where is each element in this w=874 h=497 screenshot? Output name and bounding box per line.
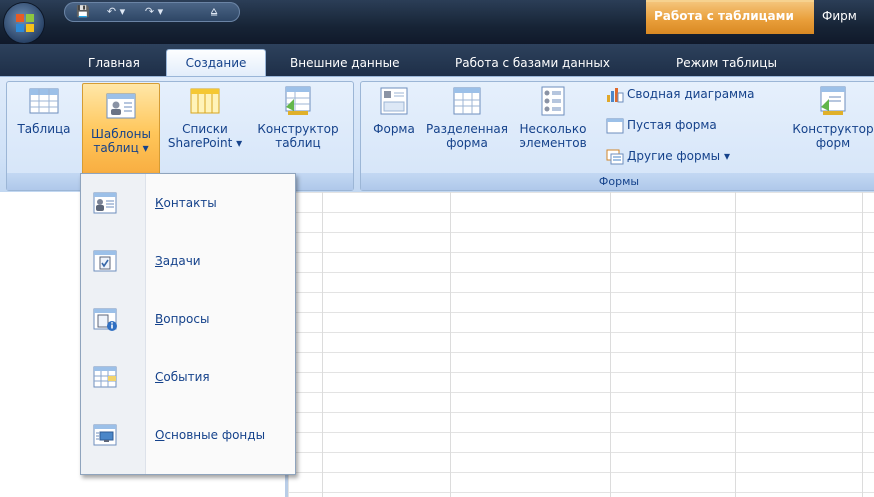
grid-column-divider [322, 192, 323, 497]
table-icon [29, 88, 59, 114]
split-form-label-line1: Разделенная [426, 122, 508, 136]
table-designer-button[interactable]: Конструктор таблиц [250, 85, 346, 179]
more-forms-button[interactable]: Другие формы ▾ [606, 146, 730, 166]
title-bar: 💾 ↶ ▾ ↷ ▾ ⩠ Работа с таблицами Фирм [0, 0, 874, 44]
blank-form-button[interactable]: Пустая форма [606, 115, 717, 135]
blank-form-icon [606, 118, 624, 133]
multiple-items-icon [541, 86, 565, 116]
form-designer-label-line2: форм [815, 136, 851, 150]
split-form-icon [453, 87, 481, 115]
save-icon[interactable]: 💾 [72, 4, 94, 20]
tab-external-data[interactable]: Внешние данные [290, 50, 399, 76]
menu-item-tasks-label: Задачи [155, 254, 201, 268]
redo-button[interactable]: ↷ ▾ [138, 4, 170, 20]
table-design-icon [285, 86, 311, 115]
grid-column-divider [610, 192, 611, 497]
more-forms-icon [606, 149, 624, 164]
menu-item-contacts[interactable]: Контакты [81, 176, 295, 234]
menu-item-issues-label: Вопросы [155, 312, 210, 326]
contacts-icon [93, 192, 117, 214]
window-title: Фирм [822, 9, 857, 23]
form-designer-button[interactable]: Конструктор форм [786, 85, 874, 179]
menu-item-tasks[interactable]: Задачи [81, 234, 295, 292]
sharepoint-lists-label-line2: SharePoint ▾ [167, 136, 243, 150]
form-icon [380, 87, 408, 115]
undo-button[interactable]: ↶ ▾ [100, 4, 132, 20]
pivot-chart-icon [607, 87, 624, 102]
form-designer-label-line1: Конструктор [792, 122, 874, 136]
multiple-items-button[interactable]: Несколько элементов [510, 85, 596, 179]
sharepoint-lists-label-line1: Списки [182, 122, 228, 136]
events-icon [93, 366, 117, 388]
grid-column-divider [450, 192, 451, 497]
menu-item-contacts-label: Контакты [155, 196, 217, 210]
table-designer-label-line1: Конструктор [257, 122, 339, 136]
customize-qat-button[interactable]: ⩠ [204, 4, 224, 20]
table-templates-menu: Контакты Задачи Вопросы События Основные… [80, 173, 296, 475]
table-designer-label-line2: таблиц [275, 136, 321, 150]
menu-item-assets-label: Основные фонды [155, 428, 266, 442]
more-forms-label: Другие формы ▾ [627, 149, 730, 163]
form-label: Форма [373, 122, 415, 136]
form-design-icon [820, 86, 846, 115]
table-templates-icon [106, 93, 136, 119]
assets-icon [93, 424, 117, 446]
menu-item-issues[interactable]: Вопросы [81, 292, 295, 350]
sharepoint-list-icon [190, 88, 220, 114]
table-templates-label-line1: Шаблоны [91, 127, 151, 141]
multiple-items-label-line1: Несколько [519, 122, 587, 136]
menu-item-events-label: События [155, 370, 210, 384]
menu-item-events[interactable]: События [81, 350, 295, 408]
issues-icon [93, 308, 117, 331]
table-templates-button[interactable]: Шаблоны таблиц ▾ [82, 83, 160, 183]
pivot-chart-label: Сводная диаграмма [627, 87, 755, 101]
datasheet-grid[interactable] [288, 192, 874, 497]
grid-column-divider [735, 192, 736, 497]
sharepoint-lists-button[interactable]: Списки SharePoint ▾ [164, 85, 246, 179]
quick-access-toolbar: 💾 ↶ ▾ ↷ ▾ ⩠ [64, 2, 240, 22]
tasks-icon [93, 250, 117, 272]
office-logo-icon [16, 14, 34, 32]
blank-form-label: Пустая форма [627, 118, 717, 132]
tab-create[interactable]: Создание [166, 49, 266, 78]
tab-home[interactable]: Главная [88, 50, 140, 76]
menu-item-assets[interactable]: Основные фонды [81, 408, 295, 466]
grid-column-divider [862, 192, 863, 497]
office-button[interactable] [4, 3, 44, 43]
table-button-label: Таблица [17, 122, 71, 136]
form-button[interactable]: Форма [366, 85, 422, 179]
split-form-button[interactable]: Разделенная форма [424, 85, 510, 179]
table-templates-label-line2: таблиц ▾ [93, 141, 149, 155]
context-tab-label: Работа с таблицами [654, 9, 794, 23]
tab-datasheet[interactable]: Режим таблицы [676, 50, 777, 76]
ribbon-tab-strip: Главная Создание Внешние данные Работа с… [0, 44, 874, 78]
split-form-label-line2: форма [446, 136, 488, 150]
table-button[interactable]: Таблица [12, 85, 76, 157]
pivot-chart-button[interactable]: Сводная диаграмма [606, 84, 755, 104]
multiple-items-label-line2: элементов [519, 136, 587, 150]
tab-database-tools[interactable]: Работа с базами данных [455, 50, 610, 76]
